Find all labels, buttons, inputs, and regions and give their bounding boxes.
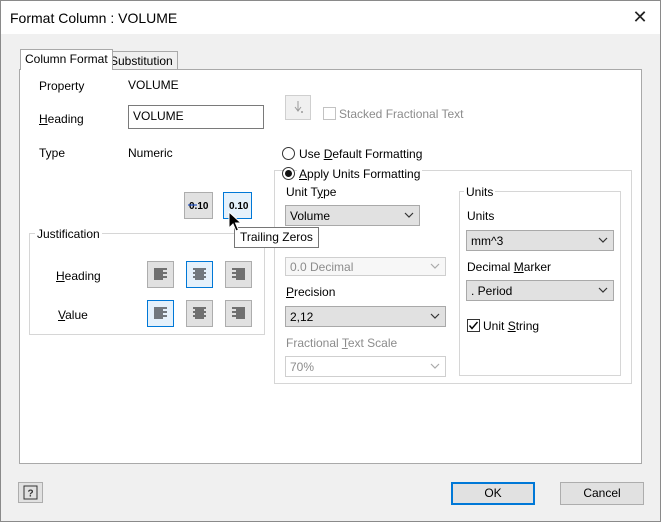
close-icon[interactable]: ✕	[628, 5, 652, 29]
leading-zeros-icon: 0.10	[188, 201, 209, 212]
unit-string-label: Unit String	[483, 319, 540, 333]
align-center-icon	[193, 307, 206, 319]
precision-dropdown[interactable]: 2,12	[285, 306, 446, 327]
help-button[interactable]: ?	[18, 482, 43, 503]
trailing-zeros-tooltip: Trailing Zeros	[234, 227, 319, 248]
help-icon: ?	[23, 485, 38, 500]
leading-zeros-button[interactable]: 0.10	[184, 192, 213, 219]
chevron-down-icon	[404, 212, 414, 218]
align-right-icon	[232, 307, 245, 319]
checkmark-icon	[468, 321, 479, 330]
svg-text:?: ?	[28, 489, 34, 500]
use-default-formatting-label: Use Default Formatting	[299, 147, 423, 161]
stacked-fractional-text-checkbox[interactable]	[323, 107, 336, 120]
align-left-icon	[154, 307, 167, 319]
decimal-marker-value: . Period	[471, 284, 513, 298]
heading-align-center-button[interactable]	[186, 261, 213, 288]
units-dropdown[interactable]: mm^3	[466, 230, 614, 251]
title-bar: Format Column : VOLUME ✕	[1, 1, 660, 34]
cancel-button[interactable]: Cancel	[560, 482, 644, 505]
units-group-title: Units	[464, 185, 496, 199]
fraction-icon	[294, 101, 303, 113]
value-align-left-button[interactable]	[147, 300, 174, 327]
units-label: Units	[467, 209, 495, 223]
decimal-marker-dropdown[interactable]: . Period	[466, 280, 614, 301]
format-value: 0.0 Decimal	[290, 260, 354, 274]
chevron-down-icon	[430, 263, 440, 269]
heading-label: Heading	[39, 112, 84, 126]
fractional-text-scale-label: Fractional Text Scale	[286, 336, 398, 350]
align-left-icon	[154, 268, 167, 280]
stacked-fractional-text-label: Stacked Fractional Text	[339, 107, 464, 121]
window-title: Format Column : VOLUME	[10, 10, 178, 26]
units-value: mm^3	[471, 234, 504, 248]
fractional-text-scale-dropdown[interactable]: 70%	[285, 356, 446, 377]
tab-column-format[interactable]: Column Format	[20, 49, 113, 70]
fractional-text-scale-value: 70%	[290, 360, 315, 374]
value-align-center-button[interactable]	[186, 300, 213, 327]
chevron-down-icon	[598, 237, 608, 243]
apply-units-formatting-radio[interactable]	[282, 167, 295, 180]
mouse-cursor-icon	[228, 211, 243, 232]
align-center-icon	[193, 268, 206, 280]
justification-title: Justification	[35, 227, 102, 241]
chevron-down-icon	[430, 313, 440, 319]
unit-type-label: Unit Type	[286, 185, 337, 199]
value-align-right-button[interactable]	[225, 300, 252, 327]
unit-string-checkbox[interactable]	[467, 319, 480, 332]
justification-heading-label: Heading	[56, 269, 101, 283]
chevron-down-icon	[598, 287, 608, 293]
unit-type-dropdown[interactable]: Volume	[285, 205, 420, 226]
type-label: Type	[39, 146, 66, 160]
decimal-marker-label: Decimal Marker	[467, 260, 552, 274]
svg-text:0.10: 0.10	[189, 201, 209, 212]
format-column-dialog: Format Column : VOLUME ✕ Column Format S…	[0, 0, 661, 522]
apply-units-formatting-label: Apply Units Formatting	[297, 167, 423, 181]
type-value: Numeric	[128, 146, 173, 160]
heading-input[interactable]: VOLUME	[128, 105, 264, 129]
property-label: Property	[39, 79, 85, 93]
align-right-icon	[232, 268, 245, 280]
unit-type-value: Volume	[290, 209, 331, 223]
property-value: VOLUME	[128, 78, 179, 92]
precision-label: Precision	[286, 285, 336, 299]
justification-value-label: Value	[58, 308, 88, 322]
chevron-down-icon	[430, 363, 440, 369]
ok-button[interactable]: OK	[451, 482, 535, 505]
fraction-format-button[interactable]	[285, 95, 311, 120]
use-default-formatting-radio[interactable]	[282, 147, 295, 160]
precision-value: 2,12	[290, 310, 314, 324]
tab-substitution[interactable]: Substitution	[105, 51, 178, 70]
heading-align-left-button[interactable]	[147, 261, 174, 288]
heading-align-right-button[interactable]	[225, 261, 252, 288]
format-dropdown[interactable]: 0.0 Decimal	[285, 257, 446, 276]
